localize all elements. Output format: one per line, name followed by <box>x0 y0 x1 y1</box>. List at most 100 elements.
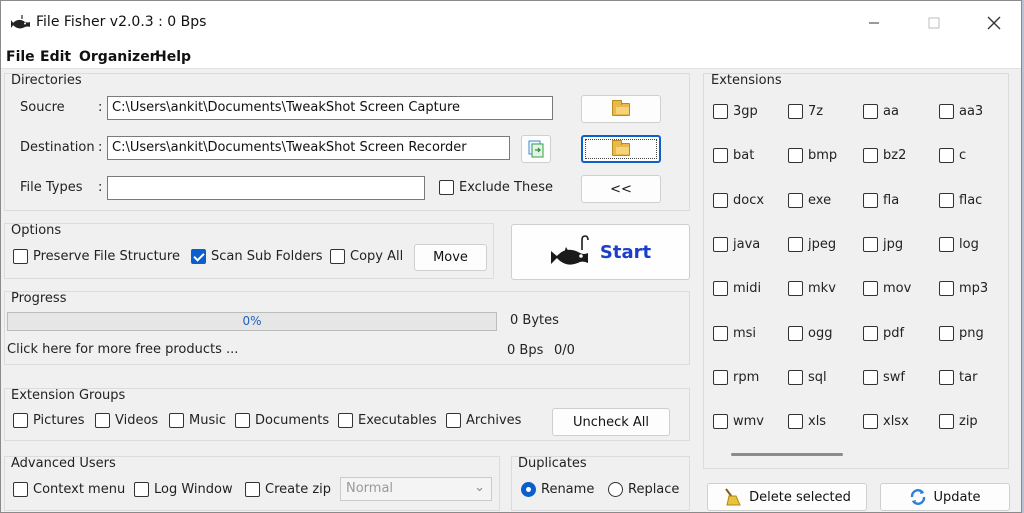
menu-file[interactable]: File <box>6 49 35 65</box>
ext-label: xlsx <box>883 414 909 429</box>
ext-3gp-checkbox[interactable]: 3gp <box>713 104 758 119</box>
ext-xls-checkbox[interactable]: xls <box>788 414 826 429</box>
ext-mov-checkbox[interactable]: mov <box>863 281 911 296</box>
minimize-button[interactable] <box>844 1 904 45</box>
menu-organizer[interactable]: Organizer <box>79 49 157 65</box>
browse-destination-button[interactable] <box>581 135 661 163</box>
checkbox-box <box>863 237 878 252</box>
checkbox-box <box>330 249 345 264</box>
group-pictures-checkbox[interactable]: Pictures <box>13 413 84 428</box>
destination-label: Destination <box>20 140 95 155</box>
group-music-label: Music <box>189 413 226 428</box>
ext-tar-checkbox[interactable]: tar <box>939 370 977 385</box>
group-documents-checkbox[interactable]: Documents <box>235 413 329 428</box>
ext-fla-checkbox[interactable]: fla <box>863 193 899 208</box>
update-button[interactable]: Update <box>880 483 1010 511</box>
uncheck-all-button[interactable]: Uncheck All <box>552 408 670 436</box>
checkbox-box <box>713 104 728 119</box>
ext-log-checkbox[interactable]: log <box>939 237 979 252</box>
checkbox-box <box>939 326 954 341</box>
ext-exe-checkbox[interactable]: exe <box>788 193 831 208</box>
rename-radio[interactable]: Rename <box>521 482 594 497</box>
ext-flac-checkbox[interactable]: flac <box>939 193 982 208</box>
preserve-structure-label: Preserve File Structure <box>33 249 180 264</box>
ext-label: wmv <box>733 414 764 429</box>
source-colon: : <box>98 100 103 115</box>
destination-input[interactable]: C:\Users\ankit\Documents\TweakShot Scree… <box>107 136 510 160</box>
group-archives-label: Archives <box>466 413 522 428</box>
checkbox-box <box>713 281 728 296</box>
extensions-group <box>703 73 1009 469</box>
ext-docx-checkbox[interactable]: docx <box>713 193 764 208</box>
log-window-label: Log Window <box>154 482 233 497</box>
exclude-these-checkbox[interactable]: Exclude These <box>439 180 553 195</box>
replace-radio[interactable]: Replace <box>608 482 679 497</box>
checkbox-box <box>939 148 954 163</box>
ext-aa-checkbox[interactable]: aa <box>863 104 899 119</box>
maximize-button[interactable] <box>904 1 964 45</box>
checkbox-box <box>713 414 728 429</box>
folder-icon <box>612 139 630 156</box>
ext-label: jpg <box>883 237 904 252</box>
ext-zip-checkbox[interactable]: zip <box>939 414 978 429</box>
advanced-users-title: Advanced Users <box>11 456 116 471</box>
free-products-link[interactable]: Click here for more free products ... <box>7 342 238 357</box>
scan-subfolders-label: Scan Sub Folders <box>211 249 323 264</box>
ext-jpeg-checkbox[interactable]: jpeg <box>788 237 836 252</box>
ext-bz2-checkbox[interactable]: bz2 <box>863 148 906 163</box>
ext-mkv-checkbox[interactable]: mkv <box>788 281 836 296</box>
delete-selected-button[interactable]: Delete selected <box>707 483 867 511</box>
ext-bat-checkbox[interactable]: bat <box>713 148 754 163</box>
source-input[interactable]: C:\Users\ankit\Documents\TweakShot Scree… <box>107 96 553 120</box>
copy-all-checkbox[interactable]: Copy All <box>330 249 403 264</box>
ext-wmv-checkbox[interactable]: wmv <box>713 414 764 429</box>
browse-source-button[interactable] <box>581 95 661 123</box>
log-window-checkbox[interactable]: Log Window <box>134 482 233 497</box>
start-button[interactable]: Start <box>511 224 690 280</box>
compression-value: Normal <box>346 481 394 496</box>
title-bar: File Fisher v2.0.3 : 0 Bps <box>1 1 1021 45</box>
refresh-icon <box>911 489 926 505</box>
horizontal-scrollbar[interactable] <box>731 453 843 456</box>
move-button[interactable]: Move <box>414 244 487 271</box>
ext-java-checkbox[interactable]: java <box>713 237 760 252</box>
group-videos-checkbox[interactable]: Videos <box>95 413 158 428</box>
group-archives-checkbox[interactable]: Archives <box>446 413 521 428</box>
close-button[interactable] <box>964 1 1024 45</box>
ext-ogg-checkbox[interactable]: ogg <box>788 326 832 341</box>
ext-aa3-checkbox[interactable]: aa3 <box>939 104 983 119</box>
ext-swf-checkbox[interactable]: swf <box>863 370 905 385</box>
checkbox-box <box>13 482 28 497</box>
ext-midi-checkbox[interactable]: midi <box>713 281 761 296</box>
ext-msi-checkbox[interactable]: msi <box>713 326 756 341</box>
menu-edit[interactable]: Edit <box>40 49 71 65</box>
context-menu-checkbox[interactable]: Context menu <box>13 482 125 497</box>
ext-pdf-checkbox[interactable]: pdf <box>863 326 904 341</box>
ext-bmp-checkbox[interactable]: bmp <box>788 148 837 163</box>
ext-xlsx-checkbox[interactable]: xlsx <box>863 414 909 429</box>
group-executables-checkbox[interactable]: Executables <box>338 413 437 428</box>
checkbox-box <box>939 370 954 385</box>
close-icon <box>987 16 1001 30</box>
compression-select[interactable]: Normal ⌄ <box>340 477 492 501</box>
checkbox-box <box>939 237 954 252</box>
ext-jpg-checkbox[interactable]: jpg <box>863 237 903 252</box>
filetypes-input[interactable] <box>107 176 425 200</box>
group-music-checkbox[interactable]: Music <box>169 413 226 428</box>
ext-c-checkbox[interactable]: c <box>939 148 966 163</box>
checkbox-box <box>169 413 184 428</box>
collapse-button[interactable]: << <box>581 175 661 203</box>
ext-png-checkbox[interactable]: png <box>939 326 984 341</box>
create-zip-checkbox[interactable]: Create zip <box>245 482 331 497</box>
ext-sql-checkbox[interactable]: sql <box>788 370 827 385</box>
scan-subfolders-checkbox[interactable]: Scan Sub Folders <box>191 249 323 264</box>
menu-help[interactable]: Help <box>155 49 191 65</box>
ext-7z-checkbox[interactable]: 7z <box>788 104 823 119</box>
ext-label: log <box>959 237 979 252</box>
open-destination-button[interactable] <box>521 135 551 163</box>
window-title: File Fisher v2.0.3 : 0 Bps <box>36 14 207 30</box>
checkbox-box <box>939 104 954 119</box>
preserve-structure-checkbox[interactable]: Preserve File Structure <box>13 249 180 264</box>
ext-rpm-checkbox[interactable]: rpm <box>713 370 759 385</box>
ext-mp3-checkbox[interactable]: mp3 <box>939 281 988 296</box>
